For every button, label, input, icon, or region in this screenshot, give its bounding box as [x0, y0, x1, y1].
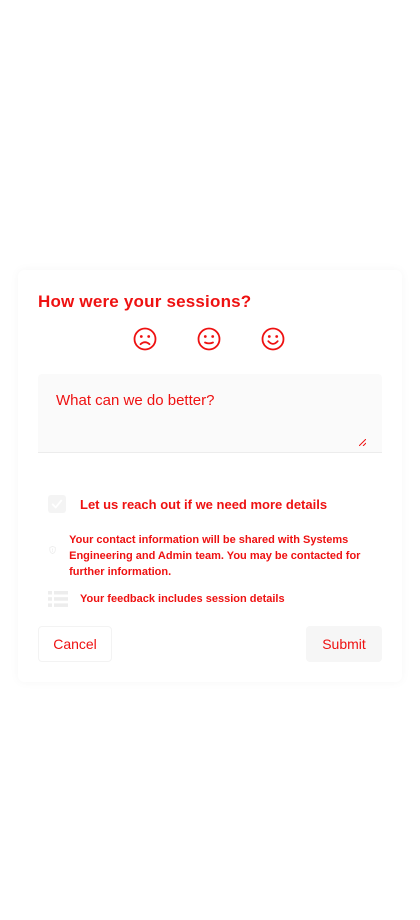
privacy-notice: Your contact information will be shared … — [48, 532, 378, 580]
privacy-notice-text: Your contact information will be shared … — [69, 534, 361, 578]
contact-checkbox-label[interactable]: Let us reach out if we need more details — [80, 497, 327, 512]
dialog-title: How were your sessions? — [38, 292, 252, 311]
list-icon — [48, 591, 68, 607]
shield-icon — [49, 545, 56, 555]
feedback-field — [38, 374, 382, 453]
happy-face-icon[interactable] — [260, 326, 286, 352]
submit-button[interactable]: Submit — [306, 626, 382, 662]
session-details-text: Your feedback includes session details — [80, 593, 285, 605]
cancel-button[interactable]: Cancel — [38, 626, 112, 662]
resize-handle-icon[interactable] — [359, 439, 366, 446]
feedback-textarea[interactable] — [38, 374, 382, 452]
contact-checkbox-row: Let us reach out if we need more details — [48, 494, 327, 514]
sad-face-icon[interactable] — [132, 326, 158, 352]
checkmark-icon — [51, 499, 63, 509]
rating-group — [128, 326, 298, 356]
feedback-dialog: How were your sessions? What can we do b… — [18, 270, 402, 682]
contact-checkbox[interactable] — [48, 495, 66, 513]
neutral-face-icon[interactable] — [196, 326, 222, 352]
session-details-notice: Your feedback includes session details — [48, 590, 285, 608]
